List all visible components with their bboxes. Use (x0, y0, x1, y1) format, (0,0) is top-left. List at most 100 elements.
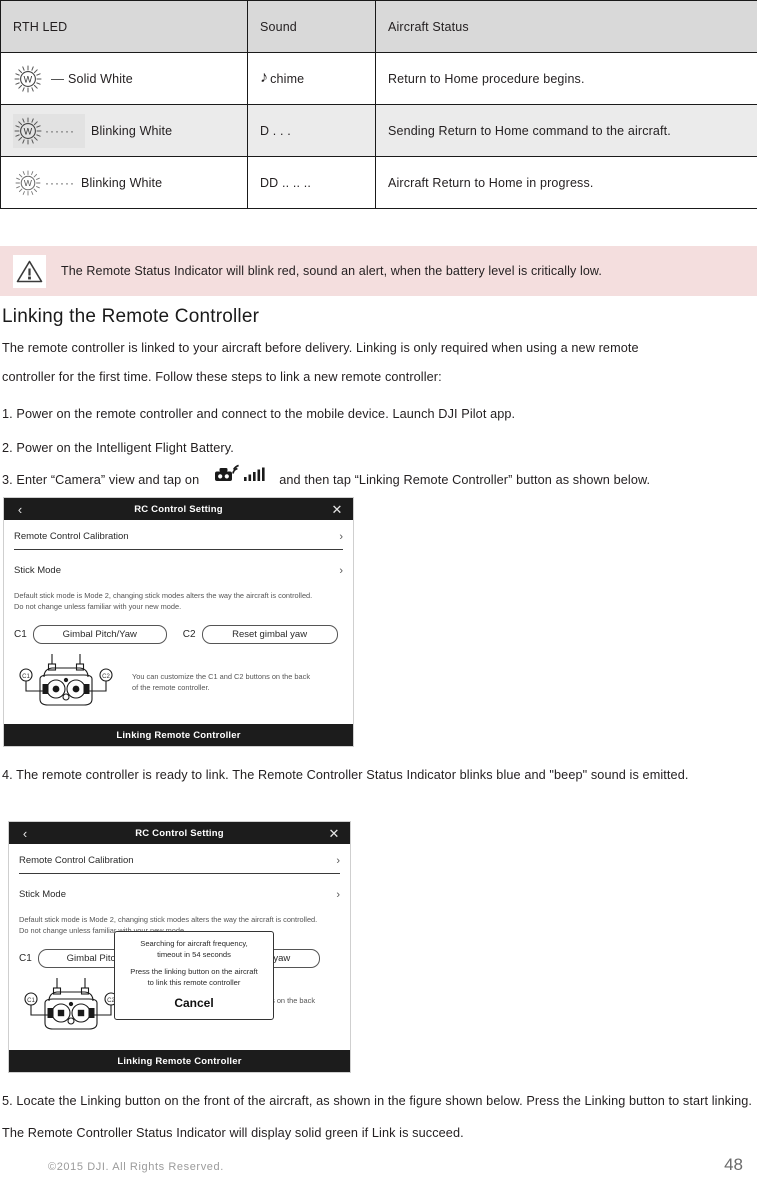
intro-line-1: The remote controller is linked to your … (2, 341, 639, 355)
svg-text:C1: C1 (22, 674, 30, 680)
led-indicator-icon: W (13, 168, 43, 198)
app-row-stick-mode[interactable]: Stick Mode › (19, 882, 340, 907)
caption-line-2: of the remote controller. (132, 683, 210, 692)
app-screenshot-rc-control-setting: ‹ RC Control Setting ✕ Remote Control Ca… (3, 497, 354, 747)
page-title: Linking the Remote Controller (2, 306, 260, 327)
caption-line-1: You can customize the C1 and C2 buttons … (132, 672, 311, 681)
cell-aircraft-status: Sending Return to Home command to the ai… (375, 104, 757, 157)
close-x-icon[interactable]: ✕ (329, 503, 345, 516)
app-screenshot-searching-frequency: ‹ RC Control Setting ✕ Remote Control Ca… (8, 821, 351, 1073)
app-title: RC Control Setting (134, 503, 223, 515)
app-stick-mode-note: Default stick mode is Mode 2, changing s… (14, 590, 343, 612)
page-number: 48 (724, 1155, 743, 1174)
dialog-line-1: Searching for aircraft frequency, (140, 939, 248, 948)
column-header-rth-led: RTH LED (0, 0, 248, 53)
c2-label: C2 (182, 629, 196, 640)
cell-rth-led: W — Solid White (0, 52, 248, 105)
c1-label: C1 (14, 629, 27, 640)
column-header-aircraft-status: Aircraft Status (375, 0, 757, 53)
intro-paragraph: The remote controller is linked to your … (2, 334, 757, 392)
c1-label: C1 (19, 953, 32, 964)
app-custom-buttons-row: C1 Gimbal Pitch/Yaw C2 Reset gimbal yaw (14, 625, 343, 644)
dialog-line-2: timeout in 54 seconds (157, 949, 231, 959)
app-title: RC Control Setting (135, 827, 224, 839)
music-note-icon: ♪ (260, 68, 269, 86)
dialog-line-4: to link this remote controller (147, 977, 241, 987)
led-label: Solid White (68, 71, 133, 86)
cell-rth-led: W ······ Blinking White (0, 104, 248, 157)
table-row: W ······ Blinking White DD .. .. .. Airc… (0, 156, 757, 209)
sound-label: chime (270, 71, 305, 86)
remote-controller-illustration: C1 C2 (19, 977, 123, 1038)
rc-signal-icon (213, 464, 269, 495)
svg-text:C2: C2 (102, 674, 110, 680)
app-body: Remote Control Calibration › Stick Mode … (4, 524, 353, 714)
row-label: Remote Control Calibration (14, 531, 129, 542)
column-header-sound: Sound (247, 0, 376, 53)
step-3-text-b: and then tap “Linking Remote Controller”… (279, 472, 651, 487)
cell-sound: DD .. .. .. (247, 156, 376, 209)
app-title-bar: ‹ RC Control Setting ✕ (9, 822, 350, 844)
table-header-row: RTH LED Sound Aircraft Status (0, 0, 757, 53)
app-row-remote-control-calibration[interactable]: Remote Control Calibration › (14, 524, 343, 550)
table-row: W ······ Blinking White D . . . Sending … (0, 104, 757, 157)
footer-copyright: ©2015 DJI. All Rights Reserved. (48, 1161, 224, 1173)
note-line-2: Do not change unless familiar with your … (14, 602, 182, 611)
row-label: Stick Mode (19, 889, 66, 900)
chevron-right-icon: › (336, 854, 340, 867)
dialog-line-3: Press the linking button on the aircraft (130, 967, 258, 976)
step-5-text: 5. Locate the Linking button on the fron… (2, 1094, 753, 1140)
chevron-right-icon: › (336, 888, 340, 901)
note-line-1: Default stick mode is Mode 2, changing s… (19, 915, 318, 924)
led-pattern-blinking: ······ (45, 123, 75, 138)
note-line-1: Default stick mode is Mode 2, changing s… (14, 591, 313, 600)
led-pattern-blinking: ······ (45, 175, 75, 190)
searching-frequency-dialog: Searching for aircraft frequency, timeou… (114, 931, 274, 1020)
chevron-right-icon: › (339, 530, 343, 543)
row-label: Stick Mode (14, 565, 61, 576)
cell-sound: ♪ chime (247, 52, 376, 105)
chevron-right-icon: › (339, 564, 343, 577)
row-label: Remote Control Calibration (19, 855, 134, 866)
intro-line-2: controller for the first time. Follow th… (2, 370, 442, 384)
svg-text:W: W (24, 178, 32, 188)
step-3: 3. Enter “Camera” view and tap on and th… (2, 464, 757, 496)
steps-1-2: 1. Power on the remote controller and co… (2, 400, 757, 468)
svg-text:W: W (24, 126, 33, 136)
led-indicator-icon: W (13, 116, 43, 146)
led-label: Blinking White (90, 123, 173, 138)
warning-triangle-icon (13, 254, 46, 288)
svg-text:W: W (24, 74, 33, 84)
cancel-button[interactable]: Cancel (115, 988, 273, 1019)
rth-led-status-table: RTH LED Sound Aircraft Status W — Solid … (0, 0, 757, 209)
svg-text:C1: C1 (27, 998, 35, 1004)
step-3-text-a: 3. Enter “Camera” view and tap on (2, 472, 200, 487)
step-4-text: 4. The remote controller is ready to lin… (2, 768, 689, 782)
table-row: W — Solid White ♪ chime Return to Home p… (0, 52, 757, 105)
led-label: Blinking White (80, 175, 163, 190)
cell-rth-led: W ······ Blinking White (0, 156, 248, 209)
warning-text: The Remote Status Indicator will blink r… (61, 264, 602, 278)
cell-aircraft-status: Return to Home procedure begins. (375, 52, 757, 105)
warning-banner: The Remote Status Indicator will blink r… (0, 246, 757, 296)
led-pattern-solid: — (51, 71, 64, 86)
led-indicator-icon: W (13, 64, 43, 94)
c1-function-button[interactable]: Gimbal Pitch/Yaw (32, 625, 167, 644)
remote-controller-illustration: C1 C2 (14, 653, 118, 714)
linking-remote-controller-button[interactable]: Linking Remote Controller (9, 1050, 350, 1072)
back-chevron-icon[interactable]: ‹ (17, 827, 33, 840)
close-x-icon[interactable]: ✕ (326, 827, 342, 840)
cell-sound: D . . . (247, 104, 376, 157)
step-2-text: 2. Power on the Intelligent Flight Batte… (2, 441, 234, 455)
app-body: Remote Control Calibration › Stick Mode … (9, 848, 350, 1038)
c2-function-button[interactable]: Reset gimbal yaw (201, 625, 338, 644)
app-row-stick-mode[interactable]: Stick Mode › (14, 558, 343, 583)
app-illustration-block: C1 C2 You can customize the C1 and C2 bu… (14, 653, 343, 714)
step-1-text: 1. Power on the remote controller and co… (2, 407, 516, 421)
app-illustration-caption: You can customize the C1 and C2 buttons … (132, 671, 310, 693)
app-title-bar: ‹ RC Control Setting ✕ (4, 498, 353, 520)
cell-aircraft-status: Aircraft Return to Home in progress. (375, 156, 757, 209)
app-row-remote-control-calibration[interactable]: Remote Control Calibration › (19, 848, 340, 874)
back-chevron-icon[interactable]: ‹ (12, 503, 28, 516)
linking-remote-controller-button[interactable]: Linking Remote Controller (4, 724, 353, 746)
